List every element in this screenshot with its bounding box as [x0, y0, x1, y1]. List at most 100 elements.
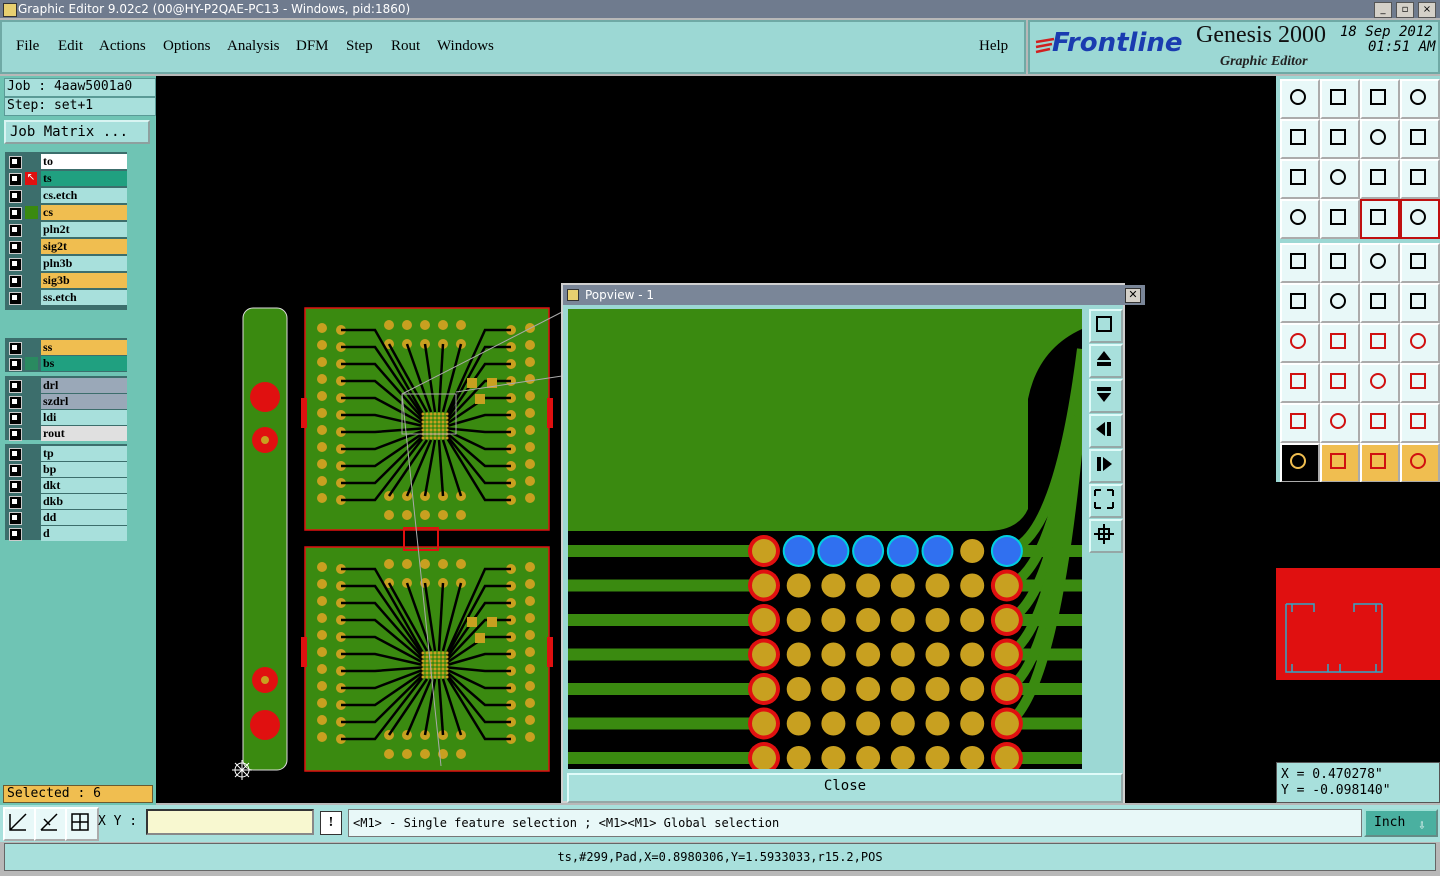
- layer-name[interactable]: dkt: [41, 478, 127, 493]
- grid-snap-button[interactable]: [65, 807, 99, 841]
- layer-checkbox[interactable]: [9, 224, 22, 237]
- layer-checkbox[interactable]: [9, 396, 22, 409]
- layer-name[interactable]: ss.etch: [41, 290, 127, 305]
- layer-name[interactable]: pln3b: [41, 256, 127, 271]
- layer-name[interactable]: tp: [41, 446, 127, 461]
- layer-name[interactable]: sig2t: [41, 239, 127, 254]
- add-shape-tool-button[interactable]: [1320, 243, 1360, 283]
- popview-zoom-in-button[interactable]: [1089, 484, 1123, 518]
- layer-row-pln2t[interactable]: pln2t: [5, 222, 127, 238]
- layer-name[interactable]: d: [41, 526, 127, 541]
- menu-edit[interactable]: Edit: [58, 38, 83, 55]
- menu-file[interactable]: File: [16, 38, 39, 55]
- pointer-box-tool-button[interactable]: [1320, 443, 1360, 483]
- layer-row-ldi[interactable]: ldi: [5, 410, 127, 426]
- layer-row-dkt[interactable]: dkt: [5, 478, 127, 494]
- minimize-button[interactable]: _: [1374, 2, 1392, 18]
- connect-tool-button[interactable]: [1280, 283, 1320, 323]
- warning-button[interactable]: !: [320, 811, 342, 835]
- dimension-tool-button[interactable]: [1360, 363, 1400, 403]
- menu-actions[interactable]: Actions: [99, 38, 146, 55]
- layer-row-cs[interactable]: cs: [5, 205, 127, 221]
- layer-checkbox[interactable]: [9, 496, 22, 509]
- unit-selector[interactable]: Inch ⇩: [1364, 809, 1438, 837]
- popview-pan-left-button[interactable]: [1089, 414, 1123, 448]
- layer-row-bs[interactable]: bs: [5, 356, 127, 372]
- layer-name[interactable]: drl: [41, 378, 127, 393]
- undo-tool-button[interactable]: [1360, 119, 1400, 159]
- layer-checkbox[interactable]: [9, 448, 22, 461]
- layer-name[interactable]: bs: [41, 356, 127, 371]
- snap-diagonal-button[interactable]: [3, 807, 37, 841]
- save-tool-button[interactable]: [1320, 79, 1360, 119]
- snap-feature-tool-button[interactable]: [1400, 199, 1440, 239]
- restore-button[interactable]: ▫: [1396, 2, 1414, 18]
- export-tool-button[interactable]: [1320, 119, 1360, 159]
- layer-row-rout[interactable]: rout: [5, 426, 127, 442]
- layer-checkbox[interactable]: [9, 190, 22, 203]
- layer-checkbox[interactable]: [9, 275, 22, 288]
- layer-name[interactable]: ldi: [41, 410, 127, 425]
- layer-name[interactable]: ss: [41, 340, 127, 355]
- menu-help[interactable]: Help: [979, 38, 1008, 55]
- layer-name[interactable]: cs: [41, 205, 127, 220]
- arch-tool-button[interactable]: [1320, 403, 1360, 443]
- popview-zoom-home-button[interactable]: [1089, 309, 1123, 343]
- layer-checkbox[interactable]: [9, 207, 22, 220]
- layer-row-drl[interactable]: drl: [5, 378, 127, 394]
- layer-name[interactable]: ts: [41, 171, 127, 186]
- menu-windows[interactable]: Windows: [437, 38, 494, 55]
- popview-pan-down-button[interactable]: [1089, 379, 1123, 413]
- popview-zoom-out-button[interactable]: [1089, 519, 1123, 553]
- route-red-tool-button[interactable]: [1400, 283, 1440, 323]
- open-tool-button[interactable]: [1280, 79, 1320, 119]
- layer-row-sig2t[interactable]: sig2t: [5, 239, 127, 255]
- angle-tool-button[interactable]: [1280, 323, 1320, 363]
- menu-step[interactable]: Step: [346, 38, 373, 55]
- layer-name[interactable]: pln2t: [41, 222, 127, 237]
- popview-close-x-icon[interactable]: ✕: [1125, 288, 1141, 303]
- layer-name[interactable]: to: [41, 154, 127, 169]
- pointer-route-tool-button[interactable]: [1400, 443, 1440, 483]
- layer-row-to[interactable]: to: [5, 154, 127, 170]
- layer-row-pln3b[interactable]: pln3b: [5, 256, 127, 272]
- shape-tool-button[interactable]: [1400, 363, 1440, 403]
- layer-name[interactable]: dd: [41, 510, 127, 525]
- grid-tool-button[interactable]: [1320, 199, 1360, 239]
- import-tool-button[interactable]: [1280, 119, 1320, 159]
- center-tool-button[interactable]: [1320, 159, 1360, 199]
- text-tool-button[interactable]: [1400, 323, 1440, 363]
- route-tool-button[interactable]: [1360, 283, 1400, 323]
- overview-map[interactable]: [1276, 482, 1440, 762]
- home-tool-button[interactable]: [1360, 79, 1400, 119]
- fit-tool-button[interactable]: [1280, 159, 1320, 199]
- layer-checkbox[interactable]: [9, 464, 22, 477]
- layer-name[interactable]: dkb: [41, 494, 127, 509]
- layer-row-dd[interactable]: dd: [5, 510, 127, 526]
- cross-tool-button[interactable]: [1320, 283, 1360, 323]
- layer-name[interactable]: cs.etch: [41, 188, 127, 203]
- triangle-tool-button[interactable]: [1280, 403, 1320, 443]
- layer-row-cs.etch[interactable]: cs.etch: [5, 188, 127, 204]
- popview-zoom-canvas[interactable]: [568, 309, 1082, 769]
- arc-tool-button[interactable]: [1360, 323, 1400, 363]
- move-tool-button[interactable]: [1280, 363, 1320, 403]
- layer-name[interactable]: rout: [41, 426, 127, 441]
- layer-checkbox[interactable]: [9, 358, 22, 371]
- redo-tool-button[interactable]: [1400, 119, 1440, 159]
- layer-checkbox[interactable]: [9, 512, 22, 525]
- layer-row-ts[interactable]: ts ↖: [5, 171, 127, 187]
- layer-checkbox[interactable]: [9, 380, 22, 393]
- select-dot-tool-button[interactable]: [1400, 243, 1440, 283]
- layer-checkbox[interactable]: [9, 428, 22, 441]
- layer-checkbox[interactable]: [9, 342, 22, 355]
- popview-close-button[interactable]: Close: [567, 773, 1123, 803]
- menu-analysis[interactable]: Analysis: [227, 38, 280, 55]
- add-pad-tool-button[interactable]: [1280, 243, 1320, 283]
- line-tool-button[interactable]: [1320, 323, 1360, 363]
- layer-checkbox[interactable]: [9, 412, 22, 425]
- layer-name[interactable]: sig3b: [41, 273, 127, 288]
- layer-row-ss.etch[interactable]: ss.etch: [5, 290, 127, 306]
- pointer-tool-button[interactable]: [1280, 443, 1320, 483]
- settings-tool-button[interactable]: [1280, 199, 1320, 239]
